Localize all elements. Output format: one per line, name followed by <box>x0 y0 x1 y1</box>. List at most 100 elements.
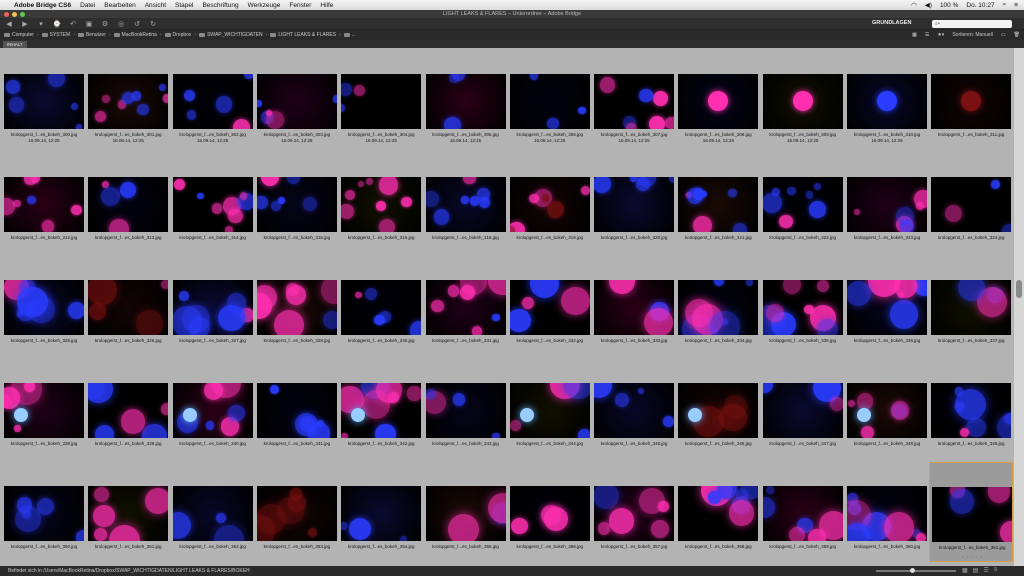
thumbnail-image[interactable] <box>4 177 84 232</box>
thumbnail-cell[interactable]: krolopgerst_f...es_bokeh_330.jpg <box>339 256 423 356</box>
thumbnail-cell[interactable]: krolopgerst_f...es_bokeh_349.jpg <box>929 359 1013 459</box>
thumbnail-cell[interactable]: krolopgerst_f...es_bokeh_306.jpg 16.09.14… <box>508 50 592 150</box>
thumbnail-cell[interactable]: krolopgerst_f...es_bokeh_347.jpg <box>761 359 845 459</box>
thumbnail-image[interactable] <box>762 383 843 438</box>
thumbnail-cell[interactable]: krolopgerst_f...es_bokeh_326.jpg <box>86 256 170 356</box>
thumbnail-cell[interactable]: krolopgerst_f...es_bokeh_315.jpg <box>255 153 339 253</box>
notification-center-icon[interactable]: ≡ <box>1014 2 1018 9</box>
app-menu[interactable]: Adobe Bridge CS6 <box>14 2 71 9</box>
thumbnail-image[interactable] <box>341 177 422 232</box>
thumbnail-image[interactable] <box>4 486 84 541</box>
vertical-scrollbar[interactable] <box>1014 48 1024 566</box>
camera-download-icon[interactable]: ▣ <box>84 20 94 28</box>
delete-icon[interactable]: 🗑 <box>1014 32 1020 38</box>
thumbnail-image[interactable] <box>4 74 84 129</box>
forward-icon[interactable]: ▶ <box>20 20 30 28</box>
thumbnail-cell[interactable]: krolopgerst_f...es_bokeh_354.jpg <box>339 462 423 562</box>
menu-beschriftung[interactable]: Beschriftung <box>202 2 238 9</box>
thumbnail-cell[interactable]: krolopgerst_f...es_bokeh_333.jpg <box>592 256 676 356</box>
thumbnail-cell[interactable]: krolopgerst_f...es_bokeh_358.jpg <box>676 462 760 562</box>
thumbnail-image[interactable] <box>509 177 590 232</box>
wifi-icon[interactable]: ◠ <box>911 1 917 9</box>
thumbnail-image[interactable] <box>847 74 927 129</box>
thumbnail-cell[interactable]: krolopgerst_f...es_bokeh_325.jpg <box>2 256 86 356</box>
thumbnail-image[interactable] <box>4 280 84 335</box>
thumbnail-image[interactable] <box>594 280 675 335</box>
thumbnail-image[interactable] <box>678 74 759 129</box>
thumbnail-image[interactable] <box>678 383 759 438</box>
thumbnail-image[interactable] <box>341 486 422 541</box>
rotate-left-icon[interactable]: ↺ <box>132 20 142 28</box>
thumbnail-image[interactable] <box>88 383 169 438</box>
thumbnail-image[interactable] <box>172 74 253 129</box>
spotlight-icon[interactable]: ⌕ <box>1003 1 1007 9</box>
thumbnail-image[interactable] <box>678 280 759 335</box>
thumbnail-cell[interactable]: krolopgerst_f...es_bokeh_332.jpg <box>508 256 592 356</box>
thumbnail-cell[interactable]: krolopgerst_f...es_bokeh_328.jpg <box>255 256 339 356</box>
tab-inhalt[interactable]: INHALT <box>3 41 27 48</box>
rating-dots[interactable]: • • • • • <box>930 554 1014 559</box>
thumbnail-cell[interactable]: krolopgerst_f...es_bokeh_324.jpg <box>929 153 1013 253</box>
recent-folders-icon[interactable]: ⌚ <box>52 20 62 28</box>
thumbnail-image[interactable] <box>932 487 1013 542</box>
thumbnail-cell[interactable]: krolopgerst_f...es_bokeh_327.jpg <box>171 256 255 356</box>
thumbnail-image[interactable] <box>762 486 843 541</box>
thumbnail-image[interactable] <box>425 280 506 335</box>
thumbnail-cell[interactable]: krolopgerst_f...es_bokeh_311.jpg <box>929 50 1013 150</box>
thumbnail-image[interactable] <box>256 177 337 232</box>
thumbnail-image[interactable] <box>678 177 759 232</box>
thumbnail-image[interactable] <box>509 74 590 129</box>
menu-fenster[interactable]: Fenster <box>289 2 311 9</box>
thumbnail-cell[interactable]: krolopgerst_f...es_bokeh_331.jpg <box>424 256 508 356</box>
thumbnail-cell[interactable]: krolopgerst_f...es_bokeh_309.jpg 16.09.14… <box>761 50 845 150</box>
crumb-swap[interactable]: SWAP_WICHTIGDATEN <box>199 32 263 38</box>
thumbnail-cell[interactable]: krolopgerst_f...es_bokeh_320.jpg <box>592 153 676 253</box>
thumbnail-cell[interactable]: krolopgerst_f...es_bokeh_305.jpg 16.09.14… <box>424 50 508 150</box>
thumbnail-cell[interactable]: krolopgerst_f...es_bokeh_344.jpg <box>508 359 592 459</box>
thumbnail-cell[interactable]: krolopgerst_f...es_bokeh_359.jpg <box>761 462 845 562</box>
thumbnail-image[interactable] <box>847 383 927 438</box>
thumbnail-image[interactable] <box>762 280 843 335</box>
thumbnail-image[interactable] <box>425 74 506 129</box>
thumbnail-image[interactable] <box>847 486 927 541</box>
thumbnail-image[interactable] <box>509 486 590 541</box>
back-icon[interactable]: ◀ <box>4 20 14 28</box>
menu-bearbeiten[interactable]: Bearbeiten <box>104 2 135 9</box>
scrollbar-thumb[interactable] <box>1016 280 1022 298</box>
menu-stapel[interactable]: Stapel <box>175 2 193 9</box>
thumbnail-image[interactable] <box>931 74 1012 129</box>
thumbnail-cell[interactable]: krolopgerst_f...es_bokeh_318.jpg <box>424 153 508 253</box>
thumbnail-cell[interactable]: krolopgerst_f...es_bokeh_342.jpg <box>339 359 423 459</box>
thumbnail-image[interactable] <box>256 383 337 438</box>
thumbnail-image[interactable] <box>931 177 1012 232</box>
thumbnail-cell[interactable]: krolopgerst_f...es_bokeh_338.jpg <box>2 359 86 459</box>
crumb-macbookretina[interactable]: MacBookRetina <box>113 32 157 38</box>
thumbnail-cell[interactable]: krolopgerst_f...es_bokeh_334.jpg <box>676 256 760 356</box>
new-folder-icon[interactable]: ▭ <box>1001 32 1006 38</box>
thumbnail-cell[interactable]: krolopgerst_f...es_bokeh_303.jpg 16.09.14… <box>255 50 339 150</box>
zoom-window-button[interactable] <box>20 11 25 17</box>
thumbnail-image[interactable] <box>88 74 169 129</box>
thumbnail-cell[interactable]: krolopgerst_f...es_bokeh_352.jpg <box>171 462 255 562</box>
thumbnail-cell[interactable]: krolopgerst_f...es_bokeh_314.jpg <box>171 153 255 253</box>
crumb-computer[interactable]: Computer <box>4 32 34 38</box>
volume-icon[interactable]: ◀) <box>925 1 932 9</box>
thumbnail-cell[interactable]: krolopgerst_f...es_bokeh_346.jpg <box>676 359 760 459</box>
thumbnail-image[interactable] <box>88 177 169 232</box>
thumbnail-cell[interactable]: krolopgerst_f...es_bokeh_356.jpg <box>508 462 592 562</box>
thumbnail-cell[interactable]: krolopgerst_f...es_bokeh_355.jpg <box>424 462 508 562</box>
open-in-camera-raw-icon[interactable]: ◎ <box>116 20 126 28</box>
crumb-light-leaks[interactable]: LIGHT LEAKS & FLARES <box>270 32 336 38</box>
thumbnail-cell[interactable]: krolopgerst_f...es_bokeh_301.jpg 16.09.14… <box>86 50 170 150</box>
list-view-icon[interactable]: ≡ <box>994 567 998 574</box>
thumbnail-image[interactable] <box>509 280 590 335</box>
rating-filter-icon[interactable]: ★▾ <box>937 32 944 38</box>
thumbnail-image[interactable] <box>931 280 1012 335</box>
thumbnail-cell[interactable]: krolopgerst_f...es_bokeh_323.jpg <box>845 153 929 253</box>
thumbnail-cell[interactable]: krolopgerst_f...es_bokeh_340.jpg <box>171 359 255 459</box>
thumbnail-cell[interactable]: krolopgerst_f...es_bokeh_335.jpg <box>761 256 845 356</box>
crumb-benutzer[interactable]: Benutzer <box>77 32 106 38</box>
lock-grid-icon[interactable]: ▦ <box>962 567 968 574</box>
minimize-window-button[interactable] <box>12 11 17 17</box>
thumbnail-cell[interactable]: krolopgerst_f...es_bokeh_319.jpg <box>508 153 592 253</box>
